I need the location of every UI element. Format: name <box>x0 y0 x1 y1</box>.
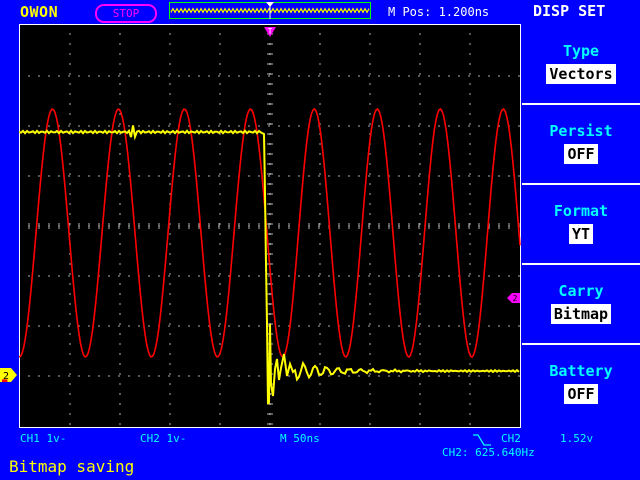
trigger-level-readout: 1.52v <box>560 432 594 445</box>
menu-type-label: Type <box>562 42 600 60</box>
trigger-source-readout: CH2 <box>501 432 521 445</box>
brand-logo: OWON <box>20 3 59 21</box>
menu-title: DISP SET <box>533 2 606 20</box>
ch1-ground-marker: ▬ <box>2 376 8 386</box>
menu-format-label: Format <box>553 202 609 220</box>
timebase-readout: M 50ns <box>280 432 320 445</box>
ch2-waveform <box>19 107 521 359</box>
menu-persist-value: OFF <box>564 144 598 164</box>
menu-carry-label: Carry <box>558 282 604 300</box>
menu-format-value: YT <box>568 224 594 244</box>
trigger-level-marker[interactable]: 2 <box>507 293 520 303</box>
horizontal-position-readout: M Pos: 1.200ns <box>388 5 490 19</box>
frequency-readout: CH2: 625.640Hz <box>442 446 535 459</box>
menu-carry-value: Bitmap <box>550 304 612 324</box>
menu-item-type[interactable]: Type Vectors <box>522 25 640 105</box>
trigger-level-label: 2 <box>513 294 518 303</box>
run-stop-indicator[interactable]: STOP <box>95 4 157 23</box>
trigger-marker-label: T <box>268 27 273 36</box>
menu-battery-value: OFF <box>564 384 598 404</box>
menu-item-carry[interactable]: Carry Bitmap <box>522 265 640 345</box>
menu-item-format[interactable]: Format YT <box>522 185 640 265</box>
ch2-scale-readout: CH2 1v- <box>140 432 187 445</box>
trigger-position-marker[interactable]: T <box>264 27 276 37</box>
status-message: Bitmap saving <box>9 457 135 476</box>
side-menu: Type Vectors Persist OFF Format YT Carry… <box>522 25 640 427</box>
menu-item-persist[interactable]: Persist OFF <box>522 105 640 185</box>
menu-type-value: Vectors <box>546 64 616 84</box>
memory-overview-bar <box>169 2 371 19</box>
menu-persist-label: Persist <box>549 122 613 140</box>
waveform-display[interactable]: T 2 <box>19 24 521 428</box>
menu-battery-label: Battery <box>549 362 613 380</box>
ch1-scale-readout: CH1 1v- <box>20 432 67 445</box>
menu-item-battery[interactable]: Battery OFF <box>522 345 640 425</box>
